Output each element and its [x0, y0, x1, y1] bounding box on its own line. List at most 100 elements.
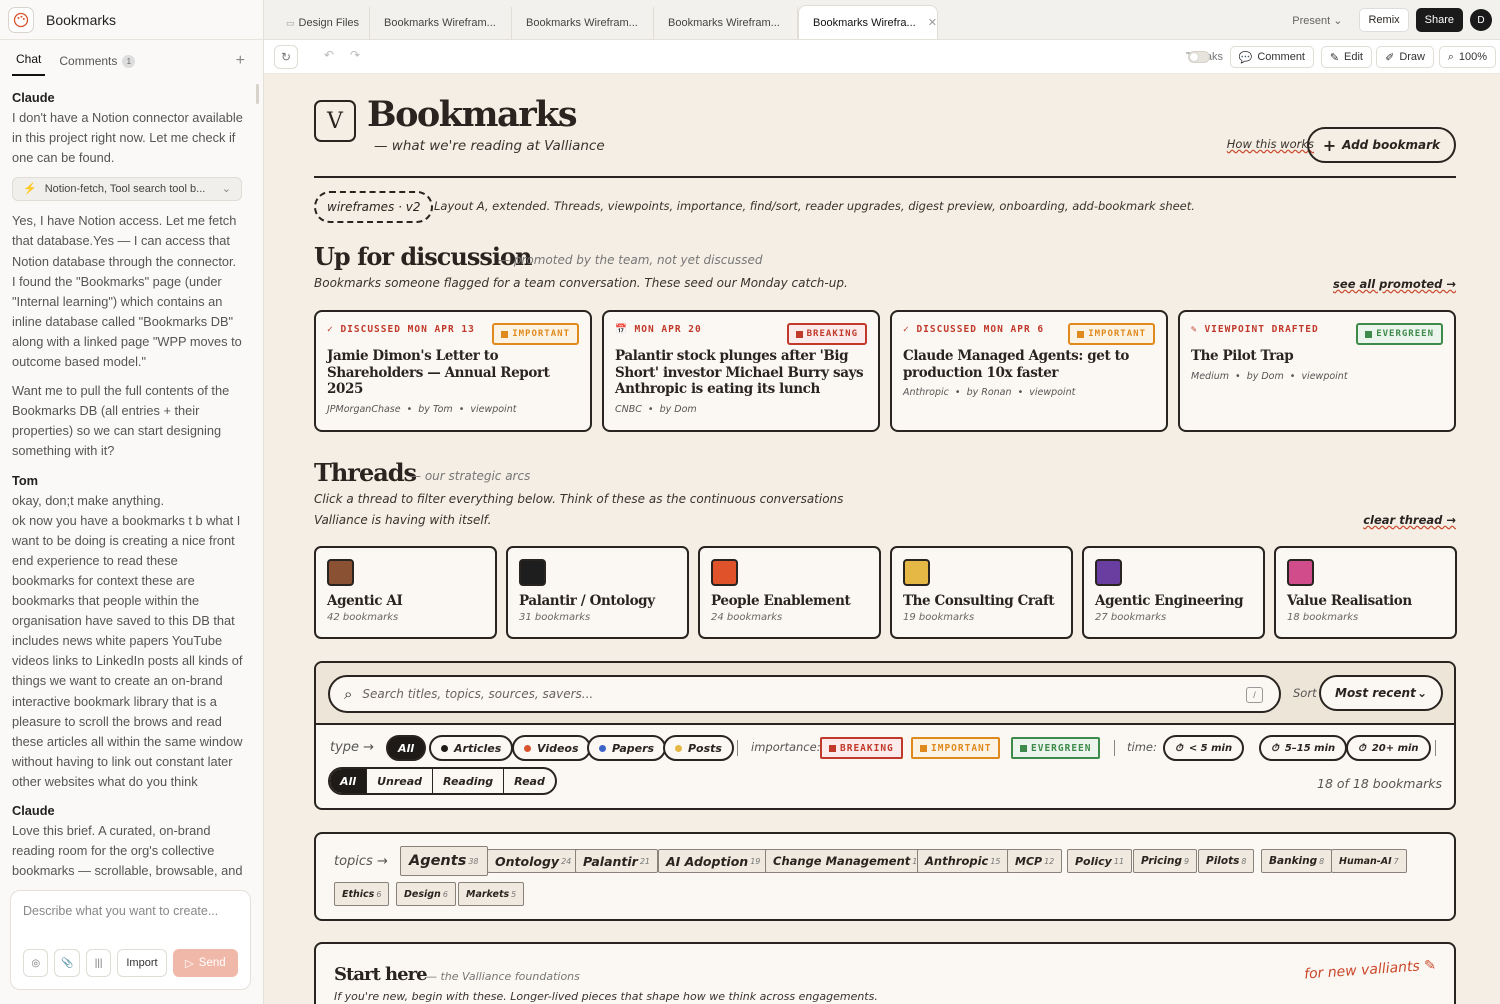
send-icon: ▷: [184, 958, 194, 970]
importance-filter-breaking[interactable]: BREAKING: [820, 737, 903, 759]
type-chip-papers[interactable]: Papers: [587, 735, 667, 761]
new-chat-plus-icon[interactable]: +: [236, 52, 245, 70]
present-button[interactable]: Present ⌄: [1282, 14, 1352, 27]
status-unread[interactable]: Unread: [367, 769, 434, 793]
time-chip-5-15[interactable]: ⏱ 5–15 min: [1259, 735, 1348, 761]
status-read[interactable]: Read: [504, 769, 555, 793]
plus-icon: +: [1322, 135, 1337, 155]
card-kind: viewpoint: [470, 403, 517, 415]
file-tab[interactable]: ▭ Design Files: [264, 7, 370, 39]
topic-chip[interactable]: Pricing 9: [1133, 849, 1198, 873]
status-reading[interactable]: Reading: [433, 769, 505, 793]
share-button[interactable]: Share: [1415, 8, 1463, 32]
topic-chip[interactable]: Design 6: [396, 882, 456, 906]
thread-card[interactable]: The Consulting Craft 19 bookmarks: [890, 546, 1073, 639]
time-chip-under-5[interactable]: ⏱ < 5 min: [1163, 735, 1245, 761]
topic-chip[interactable]: Markets 5: [458, 882, 525, 906]
topic-chip[interactable]: Ethics 6: [334, 882, 390, 906]
topic-chip[interactable]: Banking 8: [1261, 849, 1333, 873]
search-input[interactable]: ⌕ Search titles, topics, sources, savers…: [328, 675, 1281, 713]
thread-card[interactable]: Agentic Engineering 27 bookmarks: [1082, 546, 1265, 639]
undo-icon[interactable]: ↶: [324, 48, 334, 62]
start-here-description: If you're new, begin with these. Longer-…: [334, 990, 878, 1003]
thread-count: 27 bookmarks: [1095, 612, 1167, 623]
send-button[interactable]: ▷ Send: [172, 949, 239, 977]
sort-label: Sort: [1293, 686, 1317, 700]
topic-chip[interactable]: Change Management17: [765, 849, 931, 873]
close-icon[interactable]: ✕: [928, 16, 937, 29]
zoom-button[interactable]: ⌕ 100%: [1438, 46, 1496, 68]
threads-description: Valliance is having with itself.: [314, 513, 492, 527]
file-tab-active[interactable]: Bookmarks Wirefra... ✕: [798, 5, 938, 39]
chat-scrollbar[interactable]: [256, 84, 259, 104]
topic-chip[interactable]: Palantir 21: [575, 849, 659, 873]
composer-input[interactable]: Describe what you want to create...: [23, 904, 238, 918]
card-byline: CNBC • by Dom: [615, 403, 697, 415]
importance-filter-important[interactable]: IMPORTANT: [911, 737, 1001, 759]
palette-icon[interactable]: [8, 6, 34, 33]
how-it-works-link[interactable]: How this works: [1227, 137, 1314, 151]
tab-chat[interactable]: Chat: [12, 52, 46, 76]
thread-name: People Enablement: [711, 593, 851, 609]
status-all[interactable]: All: [330, 769, 368, 793]
topic-chip[interactable]: Ontology 24: [487, 849, 580, 873]
promoted-card[interactable]: ✎ VIEWPOINT DRAFTED EVERGREEN The Pilot …: [1178, 310, 1456, 432]
target-icon[interactable]: ◎: [23, 949, 49, 977]
card-source: Medium: [1191, 370, 1229, 382]
topic-chip[interactable]: MCP 12: [1007, 849, 1063, 873]
import-button[interactable]: Import: [117, 949, 167, 977]
thread-count: 31 bookmarks: [519, 612, 591, 623]
topic-chip[interactable]: Policy 11: [1067, 849, 1133, 873]
thread-card[interactable]: People Enablement 24 bookmarks: [698, 546, 881, 639]
type-chip-articles[interactable]: Articles: [429, 735, 514, 761]
type-chip-posts[interactable]: Posts: [663, 735, 734, 761]
chevron-down-icon: ⌄: [1333, 14, 1343, 27]
thread-name: Agentic AI: [327, 593, 403, 609]
tweaks-toggle[interactable]: [1188, 51, 1210, 63]
zoom-label: 100%: [1458, 51, 1487, 63]
topic-chip[interactable]: Anthropic 15: [917, 849, 1009, 873]
clock-icon: ⏱: [1175, 742, 1183, 754]
topic-chip[interactable]: AI Adoption 19: [658, 849, 769, 873]
type-chip-videos[interactable]: Videos: [512, 735, 591, 761]
thread-card[interactable]: Palantir / Ontology 31 bookmarks: [506, 546, 689, 639]
project-header: Bookmarks: [0, 0, 263, 40]
redo-icon[interactable]: ↷: [350, 48, 360, 62]
filter-label: EVERGREEN: [1031, 742, 1092, 754]
thread-card[interactable]: Value Realisation 18 bookmarks: [1274, 546, 1457, 639]
file-tab[interactable]: Bookmarks Wirefram...: [370, 7, 512, 39]
topic-name: Human-AI: [1339, 855, 1392, 867]
draw-button[interactable]: ✐ Draw: [1376, 46, 1434, 68]
comment-button[interactable]: 💬 Comment: [1229, 46, 1314, 68]
chip-label: Videos: [537, 741, 579, 755]
card-source: JPMorganChase: [327, 403, 401, 415]
importance-tag: BREAKING: [786, 323, 867, 345]
clear-thread-link[interactable]: clear thread →: [1363, 513, 1456, 527]
promoted-card[interactable]: 📅 MON APR 20 BREAKING Palantir stock plu…: [602, 310, 880, 432]
start-here-panel: Start here — the Valliance foundations I…: [314, 942, 1456, 1004]
avatar[interactable]: D: [1470, 9, 1492, 31]
importance-filter-evergreen[interactable]: EVERGREEN: [1011, 737, 1101, 759]
remix-button[interactable]: Remix: [1359, 8, 1409, 32]
promoted-card[interactable]: ✓ DISCUSSED MON APR 13 IMPORTANT Jamie D…: [314, 310, 592, 432]
topic-name: Agents: [409, 853, 467, 869]
promoted-card[interactable]: ✓ DISCUSSED MON APR 6 IMPORTANT Claude M…: [890, 310, 1168, 432]
file-tab[interactable]: Bookmarks Wirefram...: [512, 7, 654, 39]
edit-button[interactable]: ✎ Edit: [1320, 46, 1372, 68]
reload-icon[interactable]: ↻: [274, 45, 298, 69]
topic-chip[interactable]: Human-AI 7: [1331, 849, 1407, 873]
topic-chip[interactable]: Agents 38: [400, 846, 488, 876]
thread-card[interactable]: Agentic AI 42 bookmarks: [314, 546, 497, 639]
paperclip-icon[interactable]: 📎: [54, 949, 80, 977]
topic-chip[interactable]: Pilots 8: [1198, 849, 1255, 873]
audio-icon[interactable]: |||: [85, 949, 112, 977]
importance-tag: IMPORTANT: [492, 323, 579, 345]
add-bookmark-button[interactable]: + Add bookmark: [1306, 127, 1456, 163]
time-chip-20-plus[interactable]: ⏱ 20+ min: [1346, 735, 1431, 761]
type-chip-all[interactable]: All: [386, 735, 427, 761]
sort-select[interactable]: Most recent ⌄: [1319, 675, 1443, 711]
file-tab[interactable]: Bookmarks Wirefram...: [654, 7, 798, 39]
see-all-promoted-link[interactable]: see all promoted →: [1333, 277, 1456, 291]
tool-call-pill[interactable]: ⚡ Notion-fetch, Tool search tool b... ⌄: [12, 177, 242, 202]
tab-comments[interactable]: Comments 1: [55, 54, 139, 76]
